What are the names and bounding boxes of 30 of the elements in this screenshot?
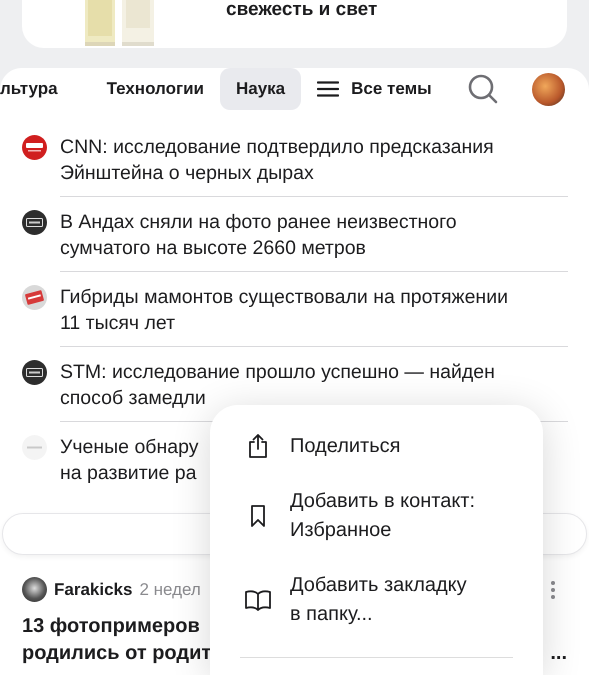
news-headline[interactable]: CNN: исследование подтвердило предсказания Эйнштейна о черных дырах bbox=[60, 134, 494, 186]
source-logo-icon bbox=[22, 135, 47, 160]
topic-tab[interactable]: Наука bbox=[220, 68, 302, 110]
book-icon bbox=[244, 589, 272, 611]
menu-item[interactable]: Поделиться bbox=[210, 431, 543, 461]
source-logo-icon bbox=[22, 210, 47, 235]
share-icon bbox=[247, 433, 269, 459]
post-time: 2 недел bbox=[139, 580, 201, 600]
post-title-tail: ... bbox=[550, 641, 567, 666]
avatar[interactable] bbox=[532, 72, 565, 106]
topic-tab[interactable]: Технологии bbox=[90, 68, 220, 110]
news-headline[interactable]: В Андах сняли на фото ранее неизвестного сумчатого на высоте 2660 метров bbox=[60, 209, 457, 261]
search-icon bbox=[468, 74, 498, 104]
search-button[interactable] bbox=[468, 74, 498, 104]
more-icon[interactable] bbox=[551, 580, 555, 598]
topic-tab[interactable]: льтура bbox=[0, 68, 74, 110]
menu-item[interactable]: Добавить в контакт: Избранное bbox=[210, 487, 543, 545]
menu-item[interactable]: Добавить закладку в папку... bbox=[210, 571, 543, 629]
bookmark-icon bbox=[250, 504, 266, 528]
source-logo-icon bbox=[22, 435, 47, 460]
author-avatar bbox=[22, 577, 47, 602]
news-headline[interactable]: Гибриды мамонтов существовали на протяжении 11 тысяч лет bbox=[60, 284, 508, 336]
news-headline[interactable]: Ученые обнару на развитие ра bbox=[60, 434, 198, 486]
all-topics-button[interactable]: Все темы bbox=[317, 79, 432, 99]
author-name[interactable]: Farakicks bbox=[54, 580, 132, 600]
post-title[interactable]: 13 фотопримеров родились от родит bbox=[22, 613, 212, 667]
promo-text: свежесть и свет bbox=[226, 0, 378, 21]
menu-icon bbox=[317, 81, 340, 97]
source-logo-icon bbox=[22, 360, 47, 385]
source-logo-icon bbox=[22, 285, 47, 310]
